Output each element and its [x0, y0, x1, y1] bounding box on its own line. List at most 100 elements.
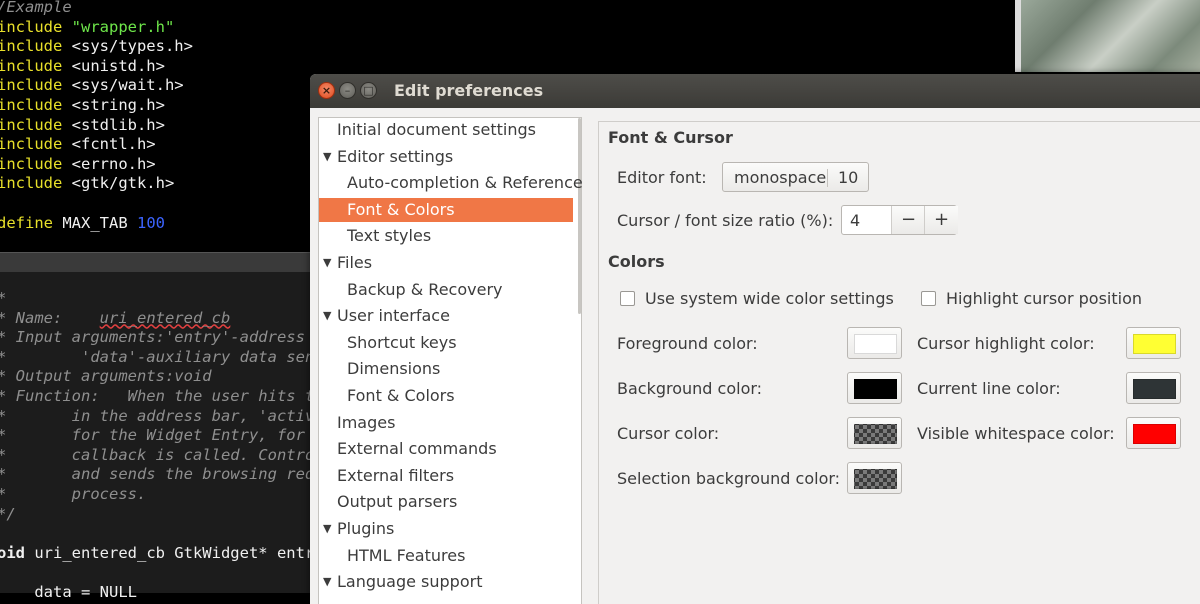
- color-label: Selection background color:: [617, 469, 841, 488]
- editor-font-label: Editor font:: [617, 168, 707, 187]
- code-comment-line: * 'data'-auxiliary data sen: [0, 347, 315, 366]
- code-token: <unistd.h>: [71, 56, 165, 75]
- color-swatch-fill: [854, 424, 897, 444]
- code-comment-line: *: [0, 289, 6, 307]
- maximize-window-button[interactable]: □: [360, 82, 377, 99]
- cursor-ratio-label: Cursor / font size ratio (%):: [617, 211, 834, 230]
- sidebar-item-label: Text styles: [347, 226, 432, 246]
- sidebar-item-label: Plugins: [337, 519, 395, 538]
- close-window-button[interactable]: ×: [318, 82, 335, 99]
- cursor-ratio-increment-button[interactable]: +: [924, 206, 958, 234]
- code-token: <errno.h>: [71, 154, 156, 173]
- code-keyword: include: [0, 115, 72, 134]
- code-token: <sys/types.h>: [71, 37, 193, 56]
- expander-arrow-icon[interactable]: ▼: [323, 570, 331, 594]
- title-bar[interactable]: × – □ Edit preferences: [310, 74, 1200, 108]
- sidebar-item-label: Font & Colors: [347, 199, 455, 219]
- code-comment-line: * for the Widget Entry, for: [0, 426, 305, 445]
- expander-arrow-icon[interactable]: ▼: [323, 517, 331, 541]
- expander-arrow-icon[interactable]: ▼: [323, 304, 331, 328]
- code-text-top[interactable]: /Example include "wrapper.h" include <sy…: [0, 0, 193, 233]
- code-line: oid uri_entered_cb GtkWidget* entr: [0, 544, 314, 562]
- code-comment-line: * Function: When the user hits t: [0, 386, 315, 405]
- color-label: Cursor highlight color:: [917, 334, 1095, 353]
- color-picker-button[interactable]: [847, 372, 902, 404]
- code-comment: /Example: [0, 0, 72, 16]
- color-picker-button[interactable]: [847, 417, 902, 449]
- sidebar-item[interactable]: Font & Colors: [319, 197, 573, 222]
- sidebar-item[interactable]: Images: [337, 411, 395, 435]
- sidebar-item[interactable]: Auto-completion & Reference: [347, 171, 583, 195]
- code-comment-line: */: [0, 504, 16, 523]
- sidebar-item-label: External filters: [337, 465, 455, 485]
- code-keyword: include: [0, 135, 72, 154]
- cursor-ratio-spinbutton[interactable]: 4 − +: [841, 205, 958, 235]
- sidebar-item[interactable]: HTML Features: [347, 544, 465, 568]
- color-picker-button[interactable]: [847, 462, 902, 494]
- sidebar-item[interactable]: Backup & Recovery: [347, 278, 502, 302]
- sidebar-item[interactable]: Dimensions: [347, 357, 440, 381]
- color-picker-button[interactable]: [1126, 372, 1181, 404]
- preferences-panel: Font & Cursor Editor font: monospace 10 …: [598, 121, 1200, 604]
- sidebar-item[interactable]: Shortcut keys: [347, 331, 457, 355]
- color-swatch-fill: [854, 379, 897, 399]
- sidebar-item-label: Images: [337, 412, 396, 432]
- cursor-ratio-decrement-button[interactable]: −: [891, 206, 925, 234]
- sidebar-item[interactable]: External commands: [337, 437, 497, 461]
- code-line: include <unistd.h>: [0, 57, 165, 75]
- sidebar-item[interactable]: Font & Colors: [347, 384, 455, 408]
- color-swatch-fill: [1133, 379, 1176, 399]
- code-comment-line: * Input arguments:'entry'-address: [0, 328, 305, 347]
- minimize-window-button[interactable]: –: [339, 82, 356, 99]
- color-picker-button[interactable]: [1126, 327, 1181, 359]
- sidebar-scrollbar[interactable]: [578, 118, 581, 314]
- preferences-category-tree[interactable]: Initial document settings ▼ Editor setting…: [318, 117, 583, 604]
- editor-font-size: 10: [838, 168, 859, 187]
- sidebar-item[interactable]: External filters: [337, 464, 454, 488]
- colors-section-title: Colors: [608, 252, 665, 271]
- highlight-cursor-label[interactable]: Highlight cursor position: [946, 289, 1142, 308]
- code-line: include <gtk/gtk.h>: [0, 174, 174, 192]
- expander-arrow-icon[interactable]: ▼: [323, 145, 331, 169]
- sidebar-item[interactable]: ▼ Language support: [323, 570, 482, 594]
- expander-arrow-icon[interactable]: ▼: [323, 251, 331, 275]
- code-token: <stdlib.h>: [71, 115, 165, 134]
- code-keyword: include: [0, 76, 72, 95]
- color-swatch-fill: [854, 469, 897, 489]
- sidebar-item-label: Auto-completion & Reference: [347, 173, 583, 193]
- code-keyword: include: [0, 95, 72, 114]
- code-keyword: include: [0, 56, 72, 75]
- highlight-cursor-checkbox[interactable]: [921, 291, 936, 306]
- sidebar-item[interactable]: Output parsers: [337, 490, 457, 514]
- sidebar-item[interactable]: Initial document settings: [337, 118, 536, 142]
- cursor-ratio-value[interactable]: 4: [850, 211, 860, 230]
- sidebar-item[interactable]: ▼ User interface: [323, 304, 450, 328]
- code-line: include <sys/wait.h>: [0, 76, 184, 94]
- color-picker-button[interactable]: [847, 327, 902, 359]
- sidebar-item-label: Editor settings: [337, 146, 454, 166]
- use-system-colors-checkbox[interactable]: [620, 291, 635, 306]
- color-label: Cursor color:: [617, 424, 720, 443]
- code-token: <sys/wait.h>: [71, 76, 184, 95]
- color-picker-button[interactable]: [1126, 417, 1181, 449]
- sidebar-item-label: Output parsers: [337, 492, 458, 512]
- use-system-colors-label[interactable]: Use system wide color settings: [645, 289, 894, 308]
- code-comment-line: * and sends the browsing req: [0, 465, 315, 484]
- sidebar-item[interactable]: Text styles: [347, 224, 431, 248]
- sidebar-item-label: HTML Features: [347, 545, 466, 565]
- code-keyword: oid: [0, 543, 25, 562]
- code-comment-line: * in the address bar, 'activ: [0, 406, 315, 425]
- code-text-bottom[interactable]: * * Name: uri_entered_cb * Input argumen…: [0, 289, 314, 603]
- code-line: include "wrapper.h": [0, 18, 174, 36]
- sidebar-item-label: User interface: [337, 306, 450, 326]
- color-swatch-fill: [1133, 334, 1176, 354]
- editor-font-button[interactable]: monospace 10: [722, 162, 869, 192]
- color-swatch-fill: [854, 334, 897, 354]
- code-comment-line: * process.: [0, 484, 147, 503]
- sidebar-item[interactable]: ▼ Files: [323, 251, 372, 275]
- sidebar-item[interactable]: ▼ Plugins: [323, 517, 395, 541]
- sidebar-item[interactable]: ▼ Editor settings: [323, 145, 454, 169]
- editor-font-name: monospace: [734, 168, 827, 187]
- misspelled-word: uri_entered_cb: [99, 308, 231, 327]
- code-line: include <errno.h>: [0, 155, 156, 173]
